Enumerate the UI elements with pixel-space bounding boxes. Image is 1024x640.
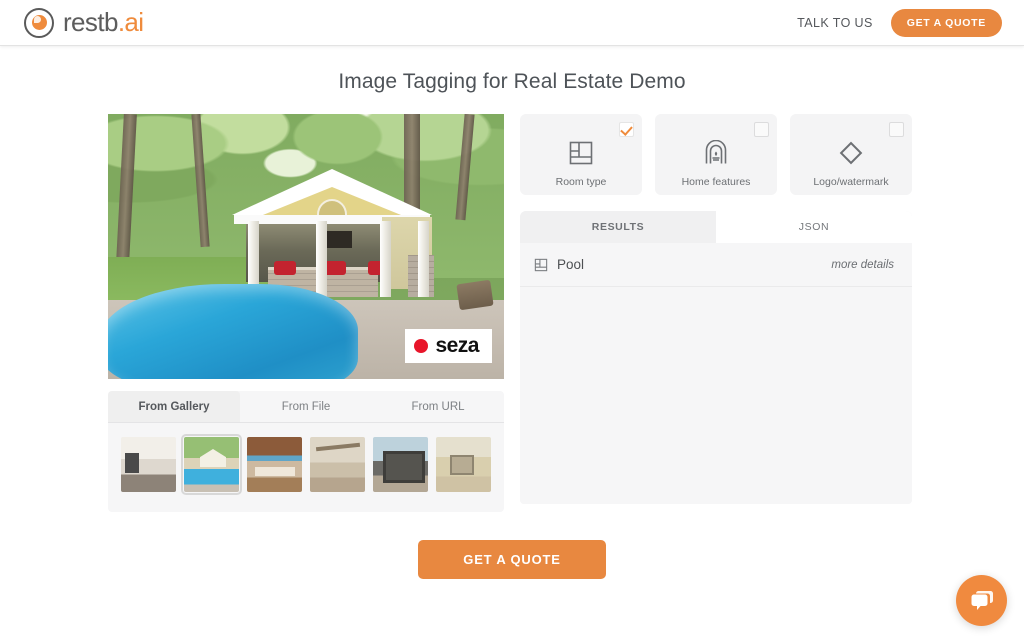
fireplace-icon — [703, 138, 729, 168]
gallery-thumbnails — [108, 423, 504, 512]
restb-logo-icon — [24, 7, 54, 38]
floorplan-icon — [568, 138, 594, 168]
tab-json[interactable]: JSON — [716, 211, 912, 243]
tab-from-file[interactable]: From File — [240, 391, 372, 422]
thumbnail-living-room[interactable] — [121, 437, 176, 492]
home-features-checkbox[interactable] — [754, 122, 769, 137]
thumbnail-kitchen[interactable] — [247, 437, 302, 492]
model-selector: Room type Home features Logo/watermark — [520, 114, 912, 195]
brand-logo[interactable]: restb.ai — [24, 7, 144, 38]
diamond-icon — [837, 138, 865, 168]
model-card-room-type[interactable]: Room type — [520, 114, 642, 195]
pavilion-column — [316, 221, 327, 297]
model-card-label: Room type — [555, 176, 607, 188]
pool-pavilion — [232, 169, 434, 299]
analysis-column: Room type Home features Logo/watermark R… — [520, 114, 912, 504]
more-details-link[interactable]: more details — [831, 259, 894, 271]
result-row: Pool more details — [520, 243, 912, 287]
model-card-home-features[interactable]: Home features — [655, 114, 777, 195]
image-source-panel: From Gallery From File From URL — [108, 391, 504, 512]
page-title: Image Tagging for Real Estate Demo — [338, 70, 686, 93]
tab-from-url[interactable]: From URL — [372, 391, 504, 422]
header-get-a-quote-button[interactable]: GET A QUOTE — [890, 8, 1002, 37]
header-actions: TALK TO US GET A QUOTE — [797, 8, 1002, 37]
logo-watermark-checkbox[interactable] — [889, 122, 904, 137]
chat-widget-button[interactable] — [956, 575, 1007, 626]
thumbnail-bedroom[interactable] — [436, 437, 491, 492]
talk-to-us-link[interactable]: TALK TO US — [797, 16, 873, 30]
room-type-checkbox[interactable] — [619, 122, 634, 137]
pavilion-column — [380, 221, 391, 297]
model-card-label: Logo/watermark — [813, 176, 889, 188]
pavilion-column — [418, 221, 429, 297]
main-content: seza From Gallery From File From URL Roo… — [0, 94, 1024, 512]
model-card-logo-watermark[interactable]: Logo/watermark — [790, 114, 912, 195]
red-cushion — [274, 261, 296, 275]
hero-image: seza — [108, 114, 504, 379]
site-header: restb.ai TALK TO US GET A QUOTE — [0, 0, 1024, 46]
get-a-quote-button[interactable]: GET A QUOTE — [418, 540, 606, 579]
tab-results[interactable]: RESULTS — [520, 211, 716, 243]
model-card-label: Home features — [681, 176, 751, 188]
tab-from-gallery[interactable]: From Gallery — [108, 391, 240, 422]
results-tabs: RESULTS JSON — [520, 211, 912, 243]
swimming-pool — [108, 284, 358, 379]
footer-cta: GET A QUOTE — [0, 540, 1024, 579]
results-list: Pool more details — [520, 243, 912, 504]
thumbnail-hot-tub[interactable] — [373, 437, 428, 492]
brand-wordmark: restb.ai — [63, 7, 144, 38]
thumbnail-pool-pavilion[interactable] — [181, 434, 242, 495]
brand-name: restb — [63, 7, 118, 37]
thumbnail-dining-room[interactable] — [310, 437, 365, 492]
results-panel: RESULTS JSON Pool more details — [520, 211, 912, 504]
watermark-dot-icon — [414, 339, 429, 353]
chat-bubble-icon — [971, 590, 993, 610]
watermark-text: seza — [435, 334, 479, 357]
source-tabs: From Gallery From File From URL — [108, 391, 504, 423]
floorplan-icon — [534, 258, 548, 272]
brand-suffix: .ai — [117, 7, 144, 37]
image-column: seza From Gallery From File From URL — [108, 114, 504, 512]
result-label: Pool — [557, 257, 585, 272]
patio-chair — [456, 279, 494, 311]
seza-watermark: seza — [405, 329, 492, 363]
